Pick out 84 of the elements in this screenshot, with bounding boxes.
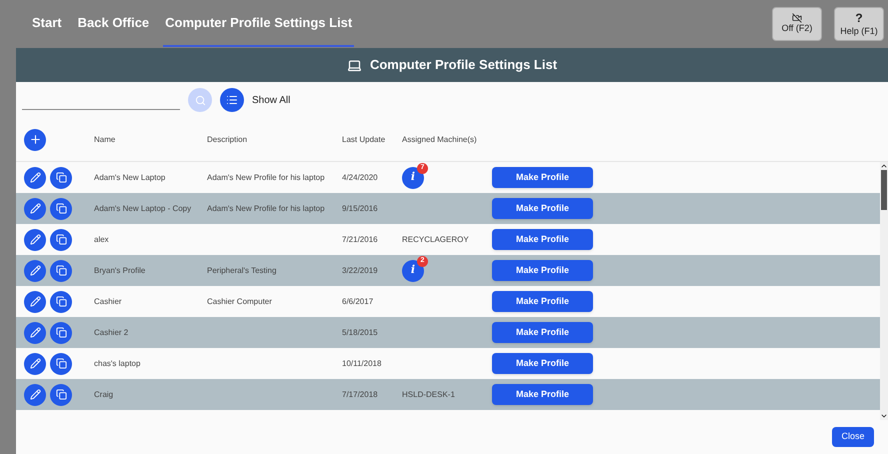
camera-off-icon [792, 13, 802, 24]
table-cell: Adam's New Profile for his laptop [207, 204, 325, 212]
column-header: Name [94, 134, 116, 146]
table-cell-text: 5/18/2015 [342, 326, 379, 338]
laptop-icon [346, 58, 362, 72]
table-cell: Adam's New Profile for his laptop [207, 172, 325, 182]
table-row[interactable]: Cashier 2 5/18/2015 Make Profile [16, 317, 880, 348]
make-profile-button[interactable]: Make Profile [492, 291, 593, 312]
table-cell-text: alex [94, 234, 110, 246]
copy-button[interactable] [50, 384, 72, 406]
make-profile-button[interactable]: Make Profile [492, 167, 593, 188]
table-cell-text: 9/15/2016 [342, 202, 379, 214]
pencil-icon [30, 203, 40, 214]
pencil-icon [30, 296, 40, 307]
copy-icon [56, 234, 66, 245]
table-row[interactable]: Craig 7/17/2018 HSLD-DESK-1 Make Profile [16, 379, 880, 410]
table-cell-text: Adam's New Laptop - Copy [94, 202, 192, 214]
copy-icon [56, 172, 66, 183]
column-header: Assigned Machine(s) [402, 134, 478, 146]
table-cell-text: 7/17/2018 [342, 388, 379, 400]
pencil-icon [30, 172, 40, 183]
table-cell-text: 10/11/2018 [342, 358, 382, 370]
table-cell-text: Craig [94, 388, 114, 400]
make-profile-button[interactable]: Make Profile [492, 229, 593, 250]
edit-button[interactable] [24, 290, 46, 312]
off-button[interactable]: Off (F2) [772, 7, 822, 41]
edit-button[interactable] [24, 260, 46, 282]
table-cell-text: 4/24/2020 [342, 172, 379, 184]
copy-button[interactable] [50, 290, 72, 312]
column-header: Last Update [342, 134, 386, 146]
edit-button[interactable] [24, 228, 46, 250]
table-cell-text: Cashier 2 [94, 326, 130, 338]
table-cell: Peripheral's Testing [207, 266, 276, 274]
breadcrumb-link[interactable]: Start [30, 1, 64, 47]
copy-button[interactable] [50, 352, 72, 374]
breadcrumb-link[interactable]: Back Office [76, 1, 152, 47]
table-cell-text: Adam's New Laptop [94, 172, 166, 184]
make-profile-button[interactable]: Make Profile [492, 322, 593, 343]
column-header: Description [207, 134, 248, 146]
copy-icon [56, 203, 66, 214]
copy-button[interactable] [50, 198, 72, 220]
table-cell-text: 7/21/2016 [342, 234, 379, 246]
copy-button[interactable] [50, 228, 72, 250]
scrollbar[interactable] [880, 162, 888, 420]
edit-button[interactable] [24, 198, 46, 220]
make-profile-button[interactable]: Make Profile [492, 260, 593, 281]
table-cell-text: chas's laptop [94, 358, 142, 370]
edit-button[interactable] [24, 322, 46, 344]
edit-button[interactable] [24, 384, 46, 406]
edit-button[interactable] [24, 166, 46, 188]
pencil-icon [30, 327, 40, 338]
edit-button[interactable] [24, 352, 46, 374]
copy-icon [56, 358, 66, 369]
make-profile-button[interactable]: Make Profile [492, 198, 593, 219]
search-icon [194, 94, 206, 106]
add-button[interactable] [24, 128, 46, 150]
pencil-icon [30, 389, 40, 400]
copy-icon [56, 265, 66, 276]
copy-button[interactable] [50, 260, 72, 282]
pencil-icon [30, 265, 40, 276]
show-all-button[interactable]: Show All [220, 88, 290, 112]
pencil-icon [30, 234, 40, 245]
table-cell-text: 6/6/2017 [342, 296, 374, 308]
copy-icon [56, 327, 66, 338]
copy-button[interactable] [50, 322, 72, 344]
table-cell: HSLD-DESK-1 [402, 388, 455, 400]
make-profile-button[interactable]: Make Profile [492, 384, 593, 405]
table-row[interactable]: Adam's New Laptop - Copy Adam's New Profile for his laptop 9/15/2016 Make Profile [16, 193, 880, 224]
panel-title: Computer Profile Settings List [370, 56, 558, 74]
table-cell: Cashier Computer [207, 296, 272, 306]
copy-button[interactable] [50, 166, 72, 188]
copy-icon [56, 296, 66, 307]
plus-icon [28, 133, 42, 146]
help-button[interactable]: ? Help (F1) [834, 7, 884, 41]
make-profile-button[interactable]: Make Profile [492, 353, 593, 374]
pencil-icon [30, 358, 40, 369]
table-cell-text: Bryan's Profile [94, 264, 146, 276]
table-cell-text: Cashier [94, 296, 123, 308]
close-button[interactable]: Close [832, 427, 874, 447]
copy-icon [56, 389, 66, 400]
table-cell: RECYCLAGEROY [402, 234, 469, 246]
scroll-down-icon [880, 412, 888, 420]
scroll-up-icon [880, 162, 888, 170]
table-cell-text: 3/22/2019 [342, 264, 379, 276]
